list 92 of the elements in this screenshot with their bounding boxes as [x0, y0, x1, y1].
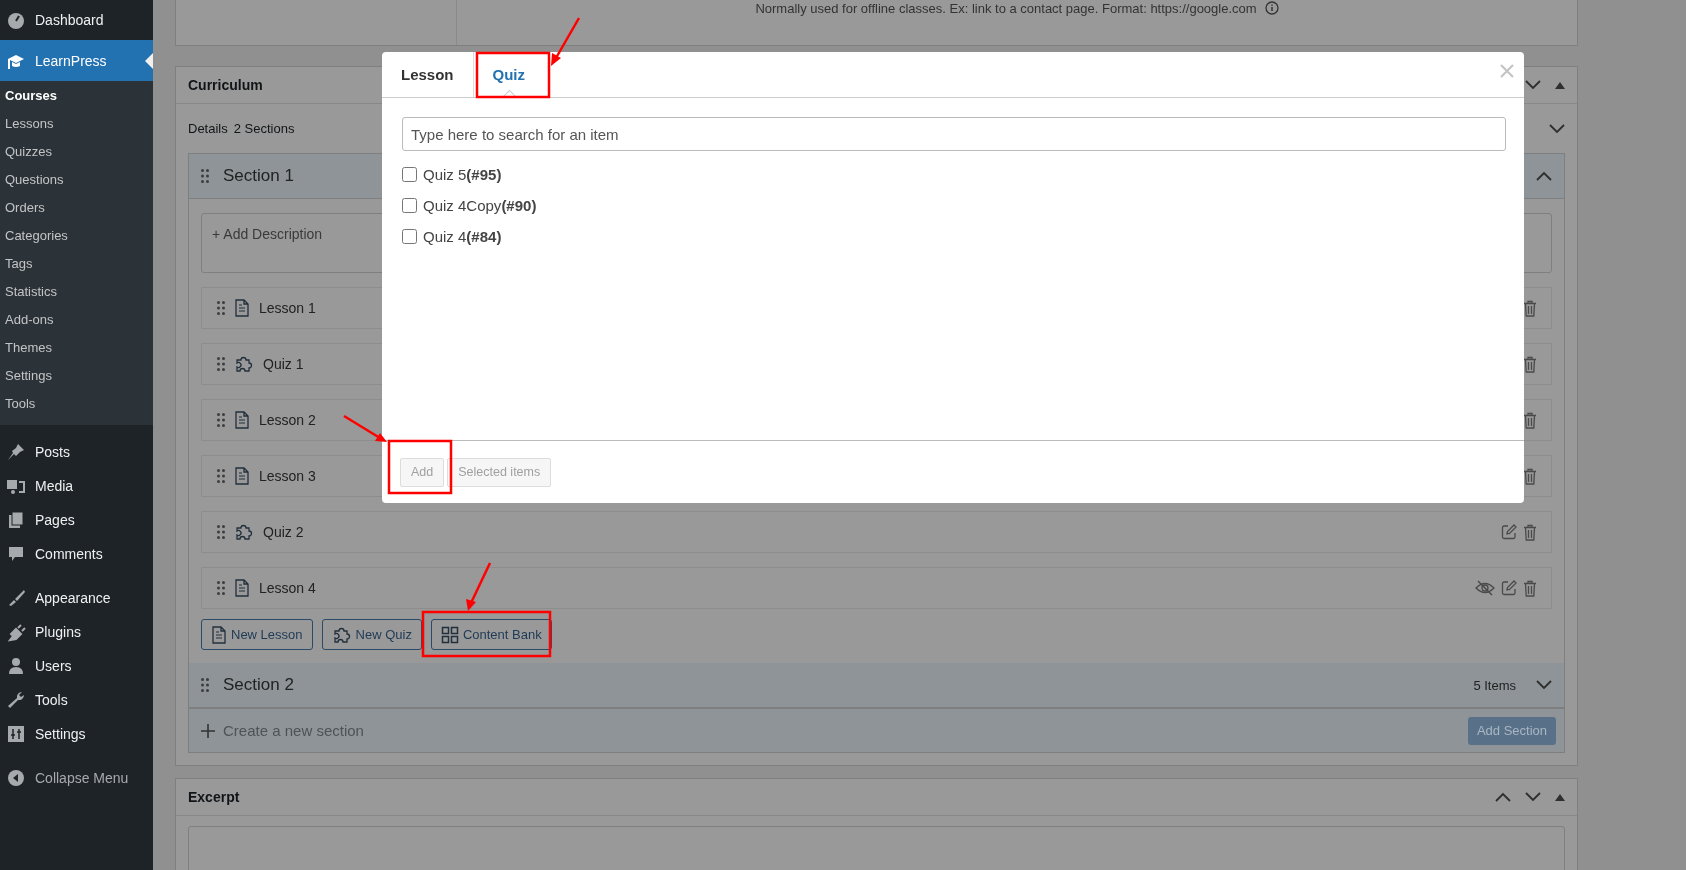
panel-title: Excerpt [188, 789, 241, 805]
drag-handle-icon[interactable] [217, 413, 225, 427]
drag-handle-icon[interactable] [217, 357, 225, 371]
submenu-item[interactable]: Settings [0, 361, 153, 389]
triangle-up-icon[interactable] [1555, 81, 1565, 89]
chevron-up-icon[interactable] [1536, 171, 1552, 181]
edit-icon[interactable] [1501, 524, 1517, 540]
puzzle-icon [234, 523, 254, 541]
annotation-arrow [343, 414, 387, 442]
menu-item[interactable]: Plugins [0, 615, 153, 649]
checkbox[interactable] [402, 229, 417, 244]
submenu-item[interactable]: Statistics [0, 277, 153, 305]
submenu-item[interactable]: Questions [0, 165, 153, 193]
add-item-button[interactable]: New Quiz [321, 619, 422, 650]
drag-handle-icon[interactable] [217, 469, 225, 483]
trash-icon[interactable] [1523, 467, 1537, 485]
details-label: Details [188, 121, 228, 136]
checkbox[interactable] [402, 198, 417, 213]
pushpin-icon [6, 442, 26, 462]
puzzle-icon [331, 625, 352, 644]
collapse-icon [6, 768, 26, 788]
excerpt-field[interactable] [188, 826, 1565, 870]
item-label[interactable]: Quiz 4Copy(#90) [423, 197, 537, 214]
info-icon[interactable] [1264, 1, 1279, 15]
edit-icon[interactable] [1501, 580, 1517, 596]
menu-item[interactable]: Appearance [0, 581, 153, 615]
drag-handle-icon[interactable] [201, 169, 209, 183]
sliders-icon [6, 724, 26, 744]
drag-handle-icon[interactable] [217, 301, 225, 315]
chevron-down-icon[interactable] [1549, 123, 1565, 134]
drag-handle-icon[interactable] [201, 678, 209, 692]
puzzle-icon [234, 355, 254, 373]
document-icon [234, 411, 250, 429]
item-label[interactable]: Quiz 4(#84) [423, 228, 502, 245]
menu-pointer [145, 53, 153, 69]
plus-icon [201, 723, 215, 738]
trash-icon[interactable] [1523, 299, 1537, 317]
triangle-up-icon[interactable] [1555, 793, 1565, 801]
chevron-down-icon[interactable] [1525, 80, 1541, 90]
submenu-item[interactable]: Themes [0, 333, 153, 361]
menu-item[interactable]: Tools [0, 683, 153, 717]
add-item-button[interactable]: Content Bank [430, 619, 552, 650]
annotation-arrow [551, 17, 581, 66]
pages-icon [6, 510, 26, 530]
menu-item[interactable]: Settings [0, 717, 153, 751]
submenu-item[interactable]: Quizzes [0, 137, 153, 165]
highlight-frame [387, 439, 453, 495]
search-field[interactable]: Type here to search for an item [402, 117, 1506, 151]
curriculum-item[interactable]: Quiz 2 [201, 511, 1552, 553]
user-icon [6, 656, 26, 676]
drag-handle-icon[interactable] [217, 581, 225, 595]
curriculum-item[interactable]: Lesson 4 [201, 567, 1552, 609]
menu-item[interactable]: Pages [0, 503, 153, 537]
document-icon [211, 625, 227, 644]
chevron-down-icon[interactable] [1525, 792, 1541, 802]
add-item-button[interactable]: New Lesson [201, 619, 313, 650]
annotation-arrow [466, 562, 492, 611]
document-icon [234, 299, 250, 317]
menu-item[interactable]: LearnPress [0, 40, 153, 81]
eye-slash-icon[interactable] [1475, 579, 1495, 597]
trash-icon[interactable] [1523, 411, 1537, 429]
submenu-item[interactable]: Categories [0, 221, 153, 249]
tab[interactable]: Lesson [382, 52, 474, 97]
chevron-down-icon[interactable] [1536, 680, 1552, 690]
section-count: 2 Sections [233, 121, 295, 136]
submenu-item[interactable]: Courses [0, 81, 153, 109]
gauge-icon [6, 10, 26, 30]
section-header[interactable]: Section 2 5 Items [189, 663, 1564, 708]
panel-title: Curriculum [188, 77, 264, 93]
collapse-menu-button[interactable]: Collapse Menu [0, 761, 153, 795]
chevron-up-icon[interactable] [1495, 792, 1511, 802]
grid-icon [440, 625, 459, 644]
wrench-icon [6, 690, 26, 710]
drag-handle-icon[interactable] [217, 525, 225, 539]
submenu-item[interactable]: Add-ons [0, 305, 153, 333]
menu-item[interactable]: Comments [0, 537, 153, 571]
submenu-item[interactable]: Lessons [0, 109, 153, 137]
menu-item[interactable]: Users [0, 649, 153, 683]
submenu-item[interactable]: Tools [0, 389, 153, 417]
document-icon [234, 467, 250, 485]
checkbox[interactable] [402, 167, 417, 182]
item-count: 5 Items [1473, 677, 1516, 693]
item-label[interactable]: Quiz 5(#95) [423, 166, 502, 183]
submenu-item[interactable]: Tags [0, 249, 153, 277]
trash-icon[interactable] [1523, 355, 1537, 373]
menu-item[interactable]: Dashboard [0, 0, 153, 40]
menu-item[interactable]: Posts [0, 435, 153, 469]
menu-item[interactable]: Media [0, 469, 153, 503]
submenu-item[interactable]: Orders [0, 193, 153, 221]
document-icon [234, 579, 250, 597]
plug-icon [6, 622, 26, 642]
help-text: Normally used for offline classes. Ex: link to a contact page. Format: https://google.com [755, 1, 1257, 16]
